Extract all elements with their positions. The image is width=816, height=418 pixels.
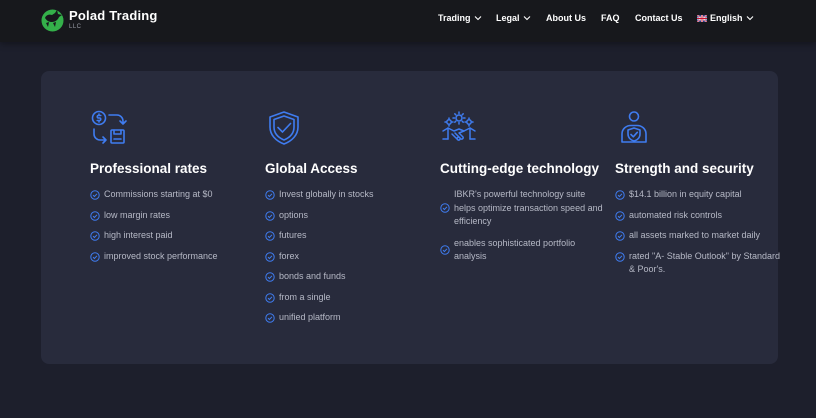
- feature-global-access: Global Access Invest globally in stocks …: [265, 109, 374, 323]
- list-item-text: improved stock performance: [104, 250, 218, 261]
- shield-check-icon: [269, 111, 299, 145]
- person-shield-icon: [621, 111, 647, 143]
- list-item-text: from a single: [279, 291, 331, 302]
- check-circle-icon: [90, 231, 100, 241]
- chevron-down-icon: [474, 16, 481, 21]
- list-item-text: IBKR's powerful technology suite helps o…: [454, 189, 603, 226]
- feature-title: Professional rates: [90, 161, 208, 176]
- list-item: Commissions starting at $0: [90, 188, 250, 202]
- chevron-down-icon: [746, 16, 753, 21]
- feature-list: IBKR's powerful technology suite helps o…: [440, 188, 605, 271]
- list-item: futures: [265, 229, 425, 243]
- nav-contact-us[interactable]: Contact Us: [635, 13, 683, 23]
- list-item-text: forex: [279, 250, 300, 261]
- nav-about-us-label: About Us: [546, 13, 586, 23]
- list-item: Invest globally in stocks: [265, 188, 425, 202]
- feature-title: Cutting-edge technology: [440, 161, 599, 176]
- list-item: automated risk controls: [615, 209, 780, 223]
- list-item: $14.1 billion in equity capital: [615, 188, 780, 202]
- list-item-text: futures: [279, 230, 307, 240]
- check-circle-icon: [265, 272, 275, 282]
- features-card: Professional rates Commissions starting …: [41, 71, 780, 364]
- list-item: low margin rates: [90, 209, 250, 223]
- feature-professional-rates: Professional rates Commissions starting …: [90, 109, 218, 262]
- list-item-text: Commissions starting at $0: [104, 189, 213, 199]
- check-circle-icon: [90, 251, 100, 262]
- list-item-text: $14.1 billion in equity capital: [629, 189, 742, 199]
- list-item: unified platform: [265, 311, 425, 325]
- brand-logo[interactable]: Polad Trading LLC: [40, 7, 158, 32]
- currency-exchange-icon: [91, 110, 127, 144]
- brand-sub: LLC: [69, 24, 82, 30]
- nav-contact-us-label: Contact Us: [635, 13, 683, 23]
- nav-about-us[interactable]: About Us: [546, 13, 586, 23]
- list-item-text: unified platform: [279, 312, 341, 322]
- check-circle-icon: [615, 251, 625, 262]
- nav-trading-label: Trading: [438, 13, 471, 23]
- gears-handshake-icon: [442, 111, 476, 141]
- list-item-text: Invest globally in stocks: [279, 189, 374, 199]
- chevron-down-icon: [523, 16, 530, 21]
- language-selector[interactable]: English: [697, 13, 754, 23]
- list-item: from a single: [265, 291, 425, 305]
- feature-title: Global Access: [265, 161, 358, 176]
- check-circle-icon: [615, 190, 625, 200]
- top-navbar: Polad Trading LLC Trading Legal About Us…: [0, 0, 816, 42]
- check-circle-icon: [90, 210, 100, 221]
- check-circle-icon: [615, 231, 625, 241]
- list-item-text: all assets marked to market daily: [629, 230, 761, 240]
- check-circle-icon: [265, 313, 275, 323]
- check-circle-icon: [265, 210, 275, 221]
- nav-legal[interactable]: Legal: [496, 13, 531, 23]
- uk-flag-icon: [697, 14, 707, 22]
- language-label: English: [710, 13, 743, 23]
- check-circle-icon: [615, 210, 625, 221]
- list-item-text: automated risk controls: [629, 209, 723, 220]
- feature-title: Strength and security: [615, 161, 754, 176]
- check-circle-icon: [265, 292, 275, 303]
- bull-logo-icon: [41, 9, 64, 32]
- nav-trading[interactable]: Trading: [438, 13, 482, 23]
- list-item-text: options: [279, 209, 309, 220]
- check-circle-icon: [90, 190, 100, 200]
- check-circle-icon: [265, 251, 275, 262]
- list-item-text: enables sophisticated portfolio analysis: [454, 237, 576, 262]
- list-item-text: bonds and funds: [279, 271, 346, 281]
- feature-list: $14.1 billion in equity capital automate…: [615, 188, 780, 284]
- list-item: high interest paid: [90, 229, 250, 243]
- nav-faq-label: FAQ: [601, 13, 620, 23]
- feature-cutting-edge-technology: Cutting-edge technology IBKR's powerful …: [440, 109, 603, 261]
- list-item-text: low margin rates: [104, 209, 171, 220]
- list-item-text: rated "A- Stable Outlook" by Standard & …: [629, 250, 780, 275]
- list-item: options: [265, 209, 425, 223]
- nav-faq[interactable]: FAQ: [601, 13, 620, 23]
- list-item: improved stock performance: [90, 250, 250, 264]
- list-item: forex: [265, 250, 425, 264]
- list-item-text: high interest paid: [104, 230, 173, 240]
- list-item: all assets marked to market daily: [615, 229, 780, 243]
- brand-name: Polad Trading: [69, 8, 158, 23]
- nav-legal-label: Legal: [496, 13, 520, 23]
- list-item: enables sophisticated portfolio analysis: [440, 237, 605, 264]
- check-circle-icon: [440, 244, 450, 255]
- check-circle-icon: [265, 231, 275, 241]
- list-item: bonds and funds: [265, 270, 425, 284]
- check-circle-icon: [265, 190, 275, 200]
- list-item: rated "A- Stable Outlook" by Standard & …: [615, 250, 780, 277]
- check-circle-icon: [440, 203, 450, 213]
- feature-list: Invest globally in stocks options future…: [265, 188, 425, 332]
- list-item: IBKR's powerful technology suite helps o…: [440, 188, 605, 229]
- feature-list: Commissions starting at $0 low margin ra…: [90, 188, 250, 270]
- feature-strength-and-security: Strength and security $14.1 billion in e…: [615, 109, 780, 274]
